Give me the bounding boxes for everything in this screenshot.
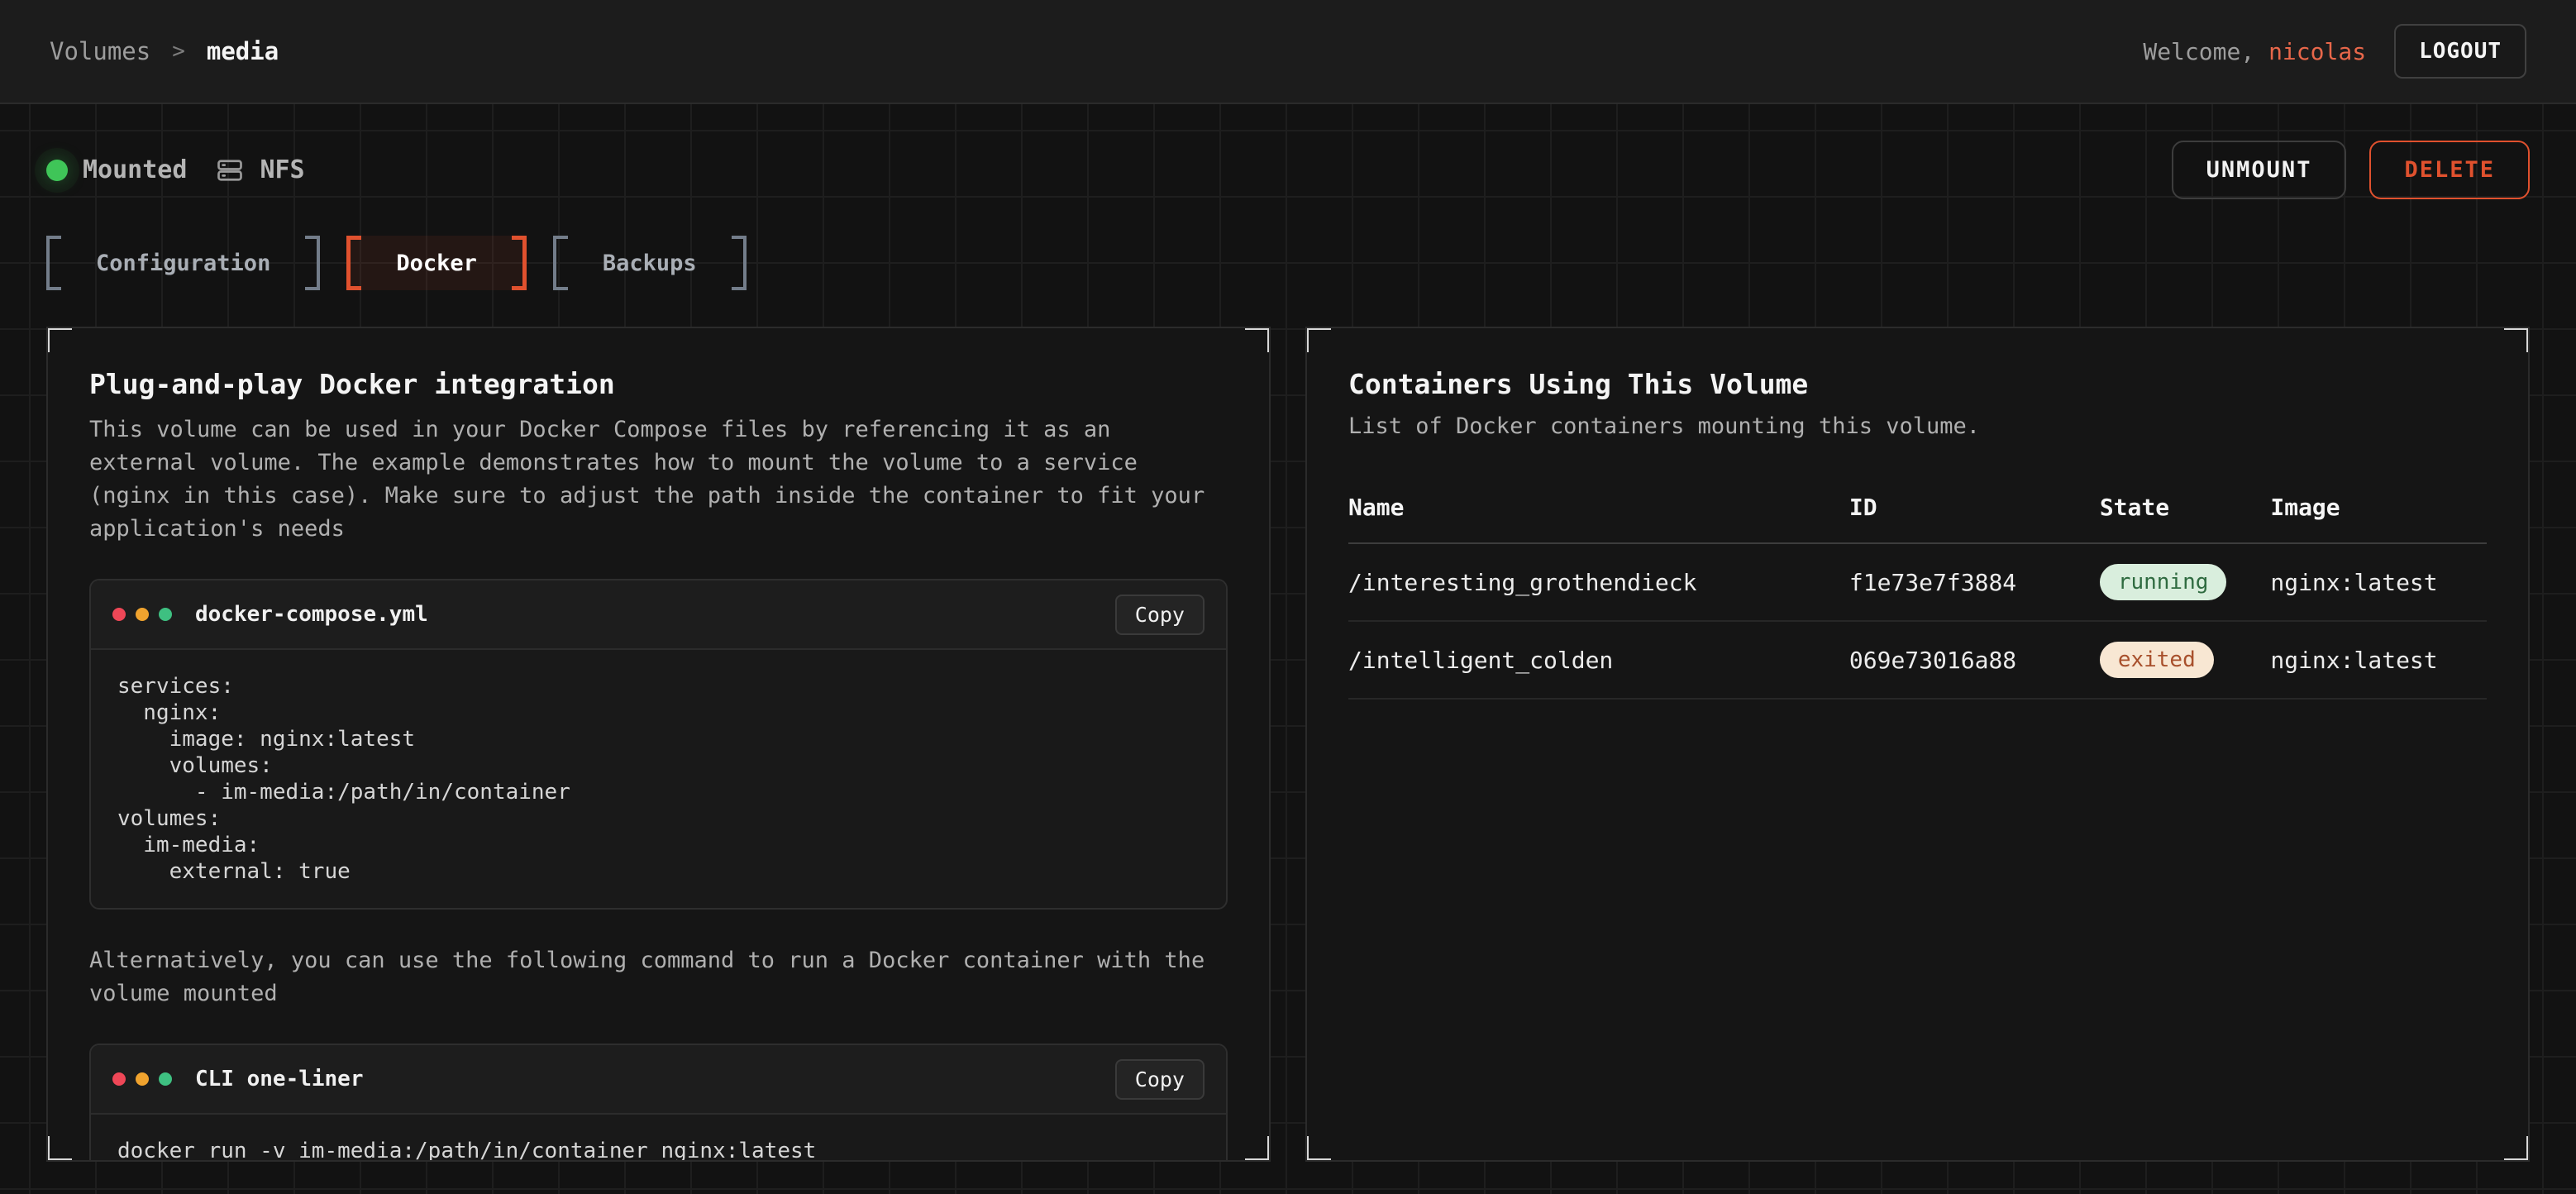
top-bar: Volumes > media Welcome, nicolas LOGOUT [0,0,2576,104]
corner-mark-icon [1305,1136,1331,1162]
bracket-left-icon [46,236,61,290]
mounted-dot-icon [46,160,68,181]
containers-panel-title: Containers Using This Volume [1348,368,2487,400]
column-header-id: ID [1849,477,2100,543]
column-header-name: Name [1348,477,1849,543]
fs-type-label: NFS [260,155,304,184]
traffic-yellow-icon [136,608,149,621]
tab-configuration-label: Configuration [61,236,305,290]
breadcrumb-volumes-link[interactable]: Volumes [50,37,150,65]
bracket-right-icon [305,236,320,290]
docker-panel-title: Plug-and-play Docker integration [89,368,1228,400]
container-name: /interesting_grothendieck [1348,543,1849,621]
bracket-right-icon [732,236,747,290]
traffic-red-icon [112,1072,126,1086]
compose-code-header: docker-compose.yml Copy [91,580,1226,650]
corner-mark-icon [46,327,72,352]
volume-actions: UNMOUNT DELETE [2172,141,2530,199]
delete-button[interactable]: DELETE [2369,141,2530,199]
table-header-row: Name ID State Image [1348,477,2487,543]
cli-code-block: CLI one-liner Copy docker run -v im-medi… [89,1044,1228,1162]
bracket-right-icon [512,236,527,290]
containers-panel-subtitle: List of Docker containers mounting this … [1348,413,2487,439]
logout-button[interactable]: LOGOUT [2394,24,2526,79]
status-badge: running [2100,564,2227,600]
container-name: /intelligent_colden [1348,621,1849,699]
corner-mark-icon [1305,327,1331,352]
container-id: f1e73e7f3884 [1849,543,2100,621]
docker-integration-panel: Plug-and-play Docker integration This vo… [46,327,1271,1162]
header-user-area: Welcome, nicolas LOGOUT [2143,24,2526,79]
status-badge: exited [2100,642,2214,678]
volume-status-group: Mounted NFS [46,155,305,185]
compose-code-block: docker-compose.yml Copy services: nginx:… [89,579,1228,910]
traffic-yellow-icon [136,1072,149,1086]
corner-mark-icon [2504,1136,2530,1162]
corner-mark-icon [46,1136,72,1162]
cli-code-content: docker run -v im-media:/path/in/containe… [91,1115,1226,1162]
tab-configuration[interactable]: Configuration [46,236,320,290]
traffic-green-icon [159,1072,172,1086]
cli-title: CLI one-liner [195,1067,1115,1091]
corner-mark-icon [1245,327,1271,352]
traffic-lights-icon [112,608,172,621]
containers-table: Name ID State Image /interesting_grothen… [1348,477,2487,700]
corner-mark-icon [1245,1136,1271,1162]
compose-filename: docker-compose.yml [195,602,1115,627]
server-stack-icon [215,155,245,185]
fs-type-status: NFS [215,155,304,185]
mount-status: Mounted [46,155,187,184]
main-content: Mounted NFS UNMOUNT DELETE Configuration [0,104,2576,1162]
compose-code-content: services: nginx: image: nginx:latest vol… [91,650,1226,908]
container-id: 069e73016a88 [1849,621,2100,699]
username: nicolas [2268,38,2366,65]
welcome-text: Welcome, nicolas [2143,38,2366,65]
corner-mark-icon [2504,327,2530,352]
containers-panel: Containers Using This Volume List of Doc… [1305,327,2530,1162]
tab-docker[interactable]: Docker [346,236,527,290]
bracket-left-icon [346,236,361,290]
docker-panel-description: This volume can be used in your Docker C… [89,413,1228,546]
traffic-lights-icon [112,1072,172,1086]
container-image: nginx:latest [2270,621,2487,699]
unmount-button[interactable]: UNMOUNT [2172,141,2347,199]
panels-row: Plug-and-play Docker integration This vo… [46,327,2530,1162]
status-row: Mounted NFS UNMOUNT DELETE [46,141,2530,199]
container-image: nginx:latest [2270,543,2487,621]
traffic-green-icon [159,608,172,621]
breadcrumb: Volumes > media [50,37,279,65]
column-header-state: State [2100,477,2271,543]
traffic-red-icon [112,608,126,621]
chevron-right-icon: > [172,39,185,64]
welcome-prefix: Welcome, [2143,38,2254,65]
cli-intro-text: Alternatively, you can use the following… [89,944,1228,1010]
tab-bar: Configuration Docker Backups [46,236,2530,290]
breadcrumb-current-volume: media [207,37,279,65]
cli-copy-button[interactable]: Copy [1115,1059,1205,1100]
bracket-left-icon [553,236,568,290]
tab-backups[interactable]: Backups [553,236,747,290]
tab-backups-label: Backups [568,236,732,290]
table-row: /intelligent_colden 069e73016a88 exited … [1348,621,2487,699]
column-header-image: Image [2270,477,2487,543]
cli-code-header: CLI one-liner Copy [91,1045,1226,1115]
table-row: /interesting_grothendieck f1e73e7f3884 r… [1348,543,2487,621]
tab-docker-label: Docker [361,236,512,290]
mount-status-label: Mounted [83,155,187,184]
compose-copy-button[interactable]: Copy [1115,595,1205,635]
